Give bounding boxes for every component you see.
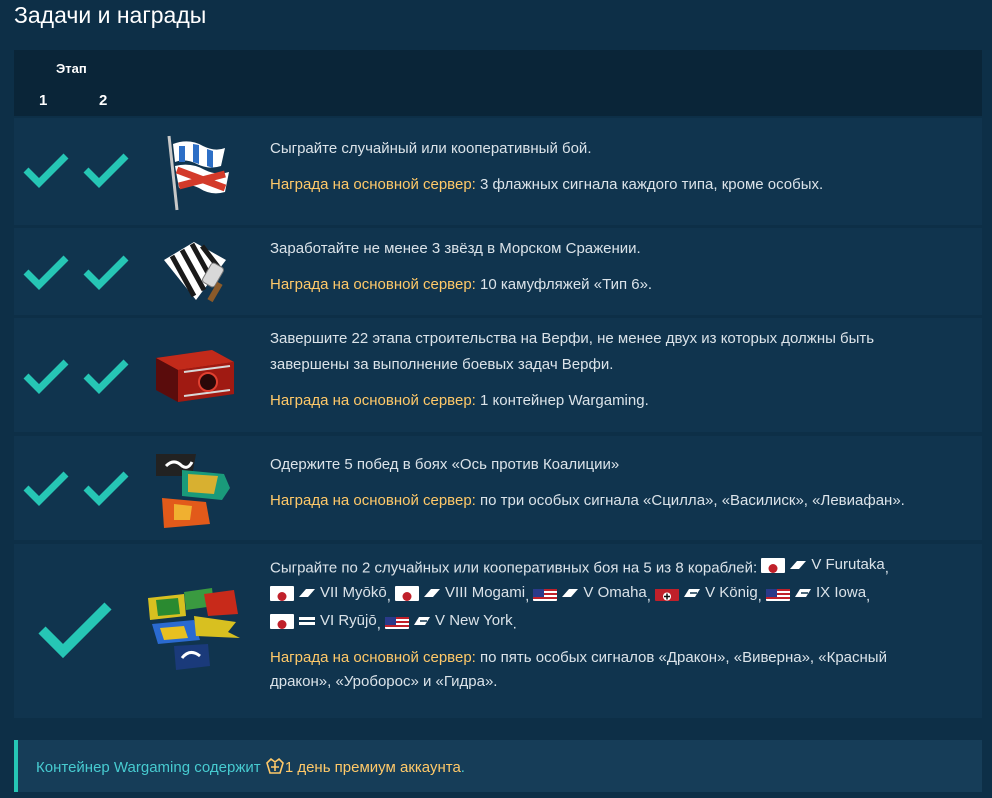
- info-banner: Контейнер Wargaming содержит 1 день прем…: [14, 740, 982, 792]
- task-row: Сыграйте по 2 случайных или кооперативны…: [14, 544, 982, 718]
- ship-name: IX Iowa: [816, 584, 867, 601]
- stage-2-check-icon: [83, 471, 129, 506]
- ship-tag: VI Ryūjō: [270, 607, 377, 635]
- ship-name: VIII Mogami: [445, 584, 526, 601]
- reward-label: Награда на основной сервер:: [270, 649, 476, 666]
- task-description-line: Сыграйте по 2 случайных или кооперативны…: [270, 551, 958, 579]
- ship-name: V König: [705, 584, 758, 601]
- cruiser-class-icon: [424, 589, 441, 597]
- usa-flag-icon: [533, 586, 558, 601]
- stage-2-check-icon: [83, 153, 129, 188]
- stage-header: Этап 1 2: [14, 50, 982, 116]
- battleship-class-icon: [684, 589, 701, 597]
- ship-name: V Furutaka: [811, 556, 885, 573]
- ship-tag: VIII Mogami: [395, 579, 525, 607]
- info-suffix: .: [460, 759, 465, 776]
- task-row: Завершите 22 этапа строительства на Верф…: [14, 318, 982, 432]
- task-description-line: VI Ryūjō, V New York.: [270, 607, 958, 635]
- ship-name: V Omaha: [583, 584, 647, 601]
- cruiser-class-icon: [562, 589, 579, 597]
- japan-flag-icon: [270, 613, 294, 629]
- task-row: Сыграйте случайный или кооперативный бой…: [14, 118, 982, 225]
- ship-tag: V Omaha: [533, 579, 647, 607]
- ship-name: VI Ryūjō: [320, 612, 377, 629]
- ship-tag: VII Myōkō: [270, 579, 387, 607]
- ship-tag: IX Iowa: [766, 579, 866, 607]
- task-reward: Награда на основной сервер: по три особы…: [270, 492, 958, 510]
- task-description-line: VII Myōkō, VIII Mogami, V Omaha, V König…: [270, 579, 958, 607]
- ship-tag: V New York: [385, 607, 513, 635]
- page-title: Задачи и награды: [14, 2, 207, 28]
- cruiser-class-icon: [790, 561, 807, 569]
- premium-days: 1 день премиум аккаунта: [284, 759, 461, 776]
- battleship-class-icon: [795, 589, 812, 597]
- premium-account-icon: [265, 757, 284, 774]
- usa-flag-icon: [766, 586, 791, 601]
- task-description: Сыграйте по 2 случайных или кооперативны…: [270, 559, 758, 577]
- task-content: Завершите 22 этапа строительства на Верф…: [270, 330, 958, 410]
- reward-value: 3 флажных сигнала каждого типа, кроме ос…: [480, 176, 824, 193]
- reward-label: Награда на основной сервер:: [270, 392, 476, 409]
- usa-flag-icon: [385, 614, 410, 629]
- ship-tag: V König: [655, 579, 758, 607]
- reward-value: 1 контейнер Wargaming.: [480, 392, 649, 409]
- task-row: Одержите 5 побед в боях «Ось против Коал…: [14, 436, 982, 540]
- task-content: Сыграйте по 2 случайных или кооперативны…: [270, 551, 958, 691]
- reward-label: Награда на основной сервер:: [270, 492, 476, 509]
- task-description: Сыграйте случайный или кооперативный бой…: [270, 140, 592, 157]
- reward-label: Награда на основной сервер:: [270, 276, 476, 293]
- cruiser-class-icon: [299, 589, 315, 597]
- task-reward: Награда на основной сервер: 3 флажных си…: [270, 176, 958, 194]
- stage-label: Этап: [56, 61, 87, 76]
- task-reward: Награда на основной сервер: 1 контейнер …: [270, 392, 958, 410]
- reward-value: по пять особых сигналов «Дракон», «Вивер…: [480, 649, 887, 666]
- task-content: Сыграйте случайный или кооперативный бой…: [270, 140, 958, 194]
- info-text: Контейнер Wargaming содержит 1 день прем…: [36, 757, 465, 776]
- ship-name: VII Myōkō: [320, 584, 387, 601]
- reward-value: по три особых сигнала «Сцилла», «Василис…: [480, 492, 905, 509]
- stage-number-1: 1: [39, 92, 48, 109]
- japan-flag-icon: [761, 557, 786, 573]
- task-description: Заработайте не менее 3 звёзд в Морском С…: [270, 240, 641, 257]
- task-reward: Награда на основной сервер: по пять особ…: [270, 649, 958, 667]
- stage-1-check-icon: [23, 153, 69, 188]
- battleship-class-icon: [414, 617, 431, 625]
- stage-1-check-icon: [23, 471, 69, 506]
- task-description-line: Завершите 22 этапа строительства на Верф…: [270, 330, 875, 347]
- ship-name: V New York: [435, 612, 513, 629]
- stage-2-check-icon: [83, 255, 129, 290]
- camouflage-icon: [164, 242, 226, 303]
- japan-flag-icon: [395, 585, 420, 601]
- germany-flag-icon: [655, 586, 680, 601]
- signal-flags-icon: [167, 135, 229, 211]
- special-signals-icon: [156, 454, 230, 528]
- reward-value: 10 камуфляжей «Тип 6».: [480, 276, 653, 293]
- task-row: Заработайте не менее 3 звёзд в Морском С…: [14, 228, 982, 315]
- stage-number-2: 2: [99, 92, 108, 109]
- task-reward-line: дракон», «Уроборос» и «Гидра».: [270, 673, 498, 690]
- task-description: Одержите 5 побед в боях «Ось против Коал…: [270, 456, 620, 473]
- container-icon: [156, 350, 234, 402]
- ship-tag: V Furutaka: [761, 551, 885, 579]
- carrier-class-icon: [299, 617, 315, 625]
- task-reward: Награда на основной сервер: 10 камуфляже…: [270, 276, 958, 294]
- task-description-line: завершены за выполнение боевых задач Вер…: [270, 356, 614, 373]
- stage-1-check-icon: [38, 602, 112, 659]
- task-content: Заработайте не менее 3 звёзд в Морском С…: [270, 240, 958, 294]
- reward-label: Награда на основной сервер:: [270, 176, 476, 193]
- stage-1-check-icon: [23, 359, 69, 394]
- info-prefix: Контейнер Wargaming содержит: [36, 759, 261, 776]
- dragon-signals-icon: [148, 588, 240, 670]
- stage-1-check-icon: [23, 255, 69, 290]
- stage-2-check-icon: [83, 359, 129, 394]
- japan-flag-icon: [270, 585, 294, 601]
- task-content: Одержите 5 побед в боях «Ось против Коал…: [270, 456, 958, 510]
